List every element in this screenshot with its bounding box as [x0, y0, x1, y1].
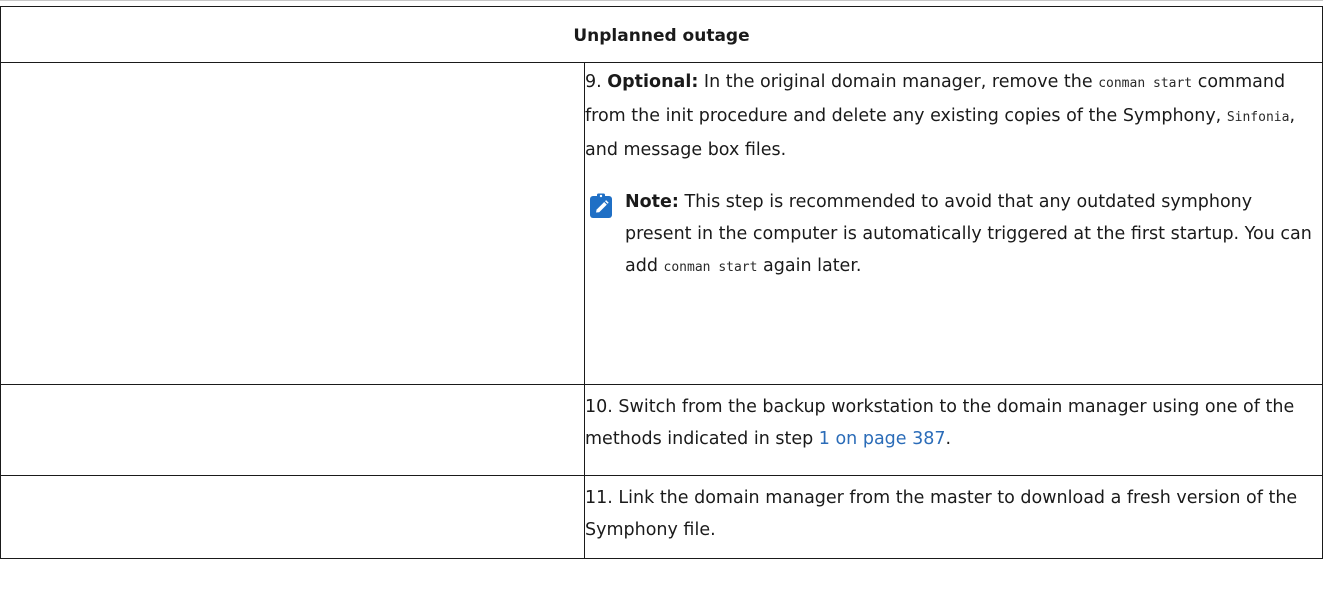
step-10-cell: 10. Switch from the backup workstation t…	[584, 384, 1323, 476]
code-conman-start: conman start	[1098, 76, 1193, 91]
step-11-cell: 11. Link the domain manager from the mas…	[584, 475, 1323, 559]
step-text: .	[945, 429, 952, 449]
empty-cell	[0, 384, 585, 476]
empty-cell	[0, 62, 585, 385]
outage-procedure-table: Unplanned outage 9. Optional: In the ori…	[0, 6, 1323, 559]
note-text: Note: This step is recommended to avoid …	[625, 186, 1322, 284]
table-row: 11. Link the domain manager from the mas…	[0, 475, 1323, 559]
step-1-page-link[interactable]: 1 on page 387	[819, 429, 946, 449]
table-header: Unplanned outage	[0, 6, 1323, 63]
note-label: Note:	[625, 192, 679, 212]
table-header-label: Unplanned outage	[573, 25, 750, 46]
code-sinfonia: Sinfonia	[1226, 110, 1290, 125]
note-block: Note: This step is recommended to avoid …	[588, 186, 1322, 284]
step-9-text: 9. Optional: In the original domain mana…	[585, 66, 1322, 166]
step-9-cell: 9. Optional: In the original domain mana…	[584, 62, 1323, 385]
table-row: 9. Optional: In the original domain mana…	[0, 62, 1323, 385]
code-conman-start: conman start	[663, 260, 758, 275]
step-text: In the original domain manager, remove t…	[703, 72, 1093, 92]
page-top-rule	[0, 0, 1323, 1]
table-row: 10. Switch from the backup workstation t…	[0, 384, 1323, 476]
pencil-note-icon	[590, 193, 612, 218]
step-text: Link the domain manager from the master …	[585, 488, 1298, 540]
step-number: 11.	[585, 488, 613, 508]
empty-cell	[0, 475, 585, 559]
step-number: 9.	[585, 72, 602, 92]
step-number: 10.	[585, 397, 613, 417]
optional-label: Optional:	[607, 72, 699, 92]
note-body: again later.	[763, 256, 862, 276]
